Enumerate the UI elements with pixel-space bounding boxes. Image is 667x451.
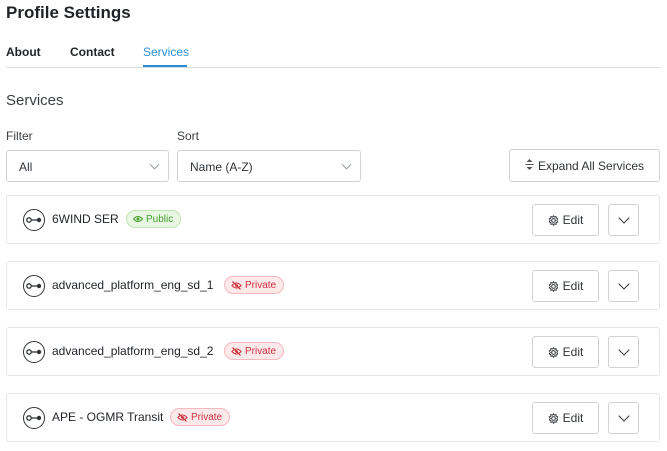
- expand-service-button[interactable]: [608, 402, 639, 434]
- edit-button-label: Edit: [562, 345, 584, 359]
- sort-label: Sort: [177, 129, 200, 143]
- service-node-icon: [23, 341, 45, 363]
- service-card: advanced_platform_eng_sd_2 Private Edit: [6, 327, 660, 376]
- chevron-down-icon: [341, 159, 352, 170]
- edit-button-label: Edit: [562, 279, 584, 293]
- eye-off-icon: [231, 346, 242, 356]
- chevron-down-icon: [618, 212, 630, 224]
- visibility-badge-label: Private: [245, 279, 277, 291]
- visibility-badge: Private: [224, 276, 285, 294]
- edit-button-label: Edit: [562, 213, 584, 227]
- sort-select-value: Name (A-Z): [190, 160, 253, 174]
- gear-icon: [548, 412, 559, 424]
- eye-off-icon: [177, 412, 188, 422]
- chevron-down-icon: [618, 410, 630, 422]
- chevron-down-icon: [618, 344, 630, 356]
- visibility-badge: Private: [224, 342, 285, 360]
- edit-button[interactable]: Edit: [532, 204, 599, 236]
- service-name: 6WIND SER: [52, 212, 119, 226]
- filter-select-value: All: [19, 160, 33, 174]
- service-node-icon: [23, 275, 45, 297]
- service-node-icon: [23, 209, 45, 231]
- filter-select[interactable]: All: [6, 150, 169, 182]
- service-card: advanced_platform_eng_sd_1 Private Edit: [6, 261, 660, 310]
- visibility-badge-label: Private: [191, 411, 223, 423]
- eye-icon: [133, 215, 143, 223]
- page-title: Profile Settings: [6, 3, 131, 22]
- gear-icon: [548, 346, 559, 358]
- tab-about[interactable]: About: [6, 45, 41, 59]
- chevron-down-icon: [149, 159, 160, 170]
- expand-service-button[interactable]: [608, 204, 639, 236]
- service-card: APE - OGMR Transit Private Edit: [6, 393, 660, 442]
- section-title: Services: [6, 92, 64, 109]
- visibility-badge: Public: [126, 210, 182, 228]
- eye-off-icon: [231, 280, 242, 290]
- edit-button[interactable]: Edit: [532, 402, 599, 434]
- service-node-icon: [23, 407, 45, 429]
- visibility-badge-label: Public: [146, 213, 174, 225]
- edit-button[interactable]: Edit: [532, 336, 599, 368]
- chevron-down-icon: [618, 278, 630, 290]
- tab-services[interactable]: Services: [143, 45, 189, 59]
- visibility-badge: Private: [170, 408, 231, 426]
- gear-icon: [548, 280, 559, 292]
- expand-service-button[interactable]: [608, 336, 639, 368]
- expand-vertical-icon: [525, 158, 534, 173]
- expand-all-services-button[interactable]: Expand All Services: [509, 149, 660, 182]
- tab-contact[interactable]: Contact: [70, 45, 115, 59]
- edit-button[interactable]: Edit: [532, 270, 599, 302]
- tab-bar: About Contact Services: [6, 38, 661, 68]
- edit-button-label: Edit: [562, 411, 584, 425]
- filter-label: Filter: [6, 129, 33, 143]
- service-name: advanced_platform_eng_sd_1: [52, 278, 214, 292]
- sort-select[interactable]: Name (A-Z): [177, 150, 361, 182]
- expand-all-services-label: Expand All Services: [537, 158, 645, 173]
- expand-service-button[interactable]: [608, 270, 639, 302]
- service-name: APE - OGMR Transit: [52, 410, 164, 424]
- visibility-badge-label: Private: [245, 345, 277, 357]
- service-name: advanced_platform_eng_sd_2: [52, 344, 214, 358]
- gear-icon: [548, 214, 559, 226]
- service-card: 6WIND SER Public Edit: [6, 195, 660, 244]
- tab-active-underline: [143, 65, 187, 67]
